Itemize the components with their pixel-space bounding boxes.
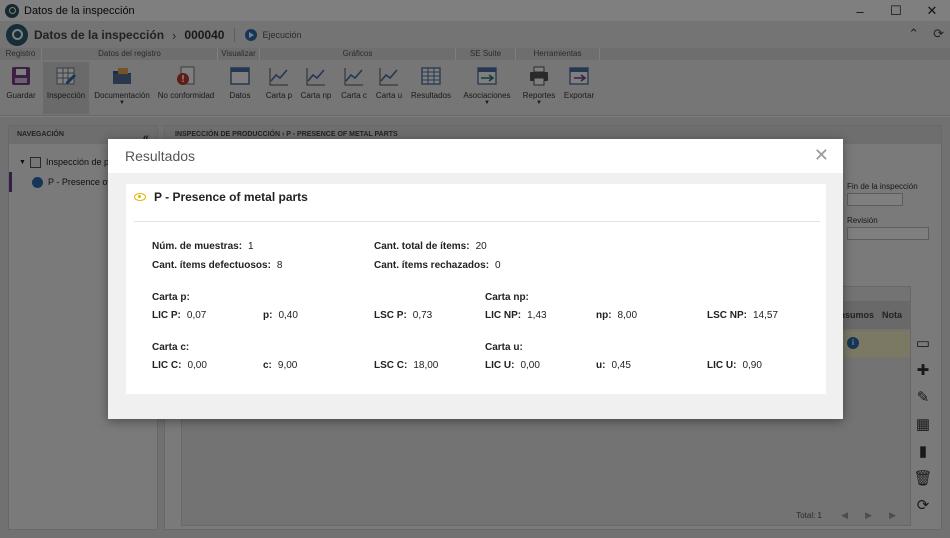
carta-c-title: Carta c: (152, 342, 190, 353)
cant-items-defectuosos: Cant. ítems defectuosos: 8 (152, 260, 283, 271)
cant-total-items: Cant. total de ítems: 20 (374, 241, 487, 252)
modal-title: Resultados (125, 148, 196, 164)
carta-c-value: c: 9,00 (263, 360, 298, 371)
eye-icon (134, 193, 146, 201)
result-item-title: P - Presence of metal parts (154, 190, 308, 204)
carta-c-lic: LIC C: 0,00 (152, 360, 207, 371)
carta-np-value: np: 8,00 (596, 310, 638, 321)
carta-p-lic: LIC P: 0,07 (152, 310, 207, 321)
carta-u-title: Carta u: (485, 342, 523, 353)
carta-u-lsc: LIC U: 0,90 (707, 360, 762, 371)
cant-items-rechazados: Cant. ítems rechazados: 0 (374, 260, 501, 271)
carta-p-value: p: 0,40 (263, 310, 298, 321)
results-card: P - Presence of metal parts Núm. de mues… (126, 184, 826, 394)
carta-u-lic: LIC U: 0,00 (485, 360, 540, 371)
carta-p-lsc: LSC P: 0,73 (374, 310, 433, 321)
close-modal-button[interactable]: ✕ (814, 145, 829, 165)
card-divider (134, 221, 820, 222)
carta-np-title: Carta np: (485, 292, 529, 303)
num-muestras: Núm. de muestras: 1 (152, 241, 254, 252)
carta-u-value: u: 0,45 (596, 360, 631, 371)
modal-overlay: Resultados ✕ P - Presence of metal parts… (0, 0, 950, 538)
carta-np-lic: LIC NP: 1,43 (485, 310, 547, 321)
carta-c-lsc: LSC C: 18,00 (374, 360, 439, 371)
carta-p-title: Carta p: (152, 292, 190, 303)
carta-np-lsc: LSC NP: 14,57 (707, 310, 779, 321)
results-modal: Resultados ✕ P - Presence of metal parts… (108, 139, 843, 419)
